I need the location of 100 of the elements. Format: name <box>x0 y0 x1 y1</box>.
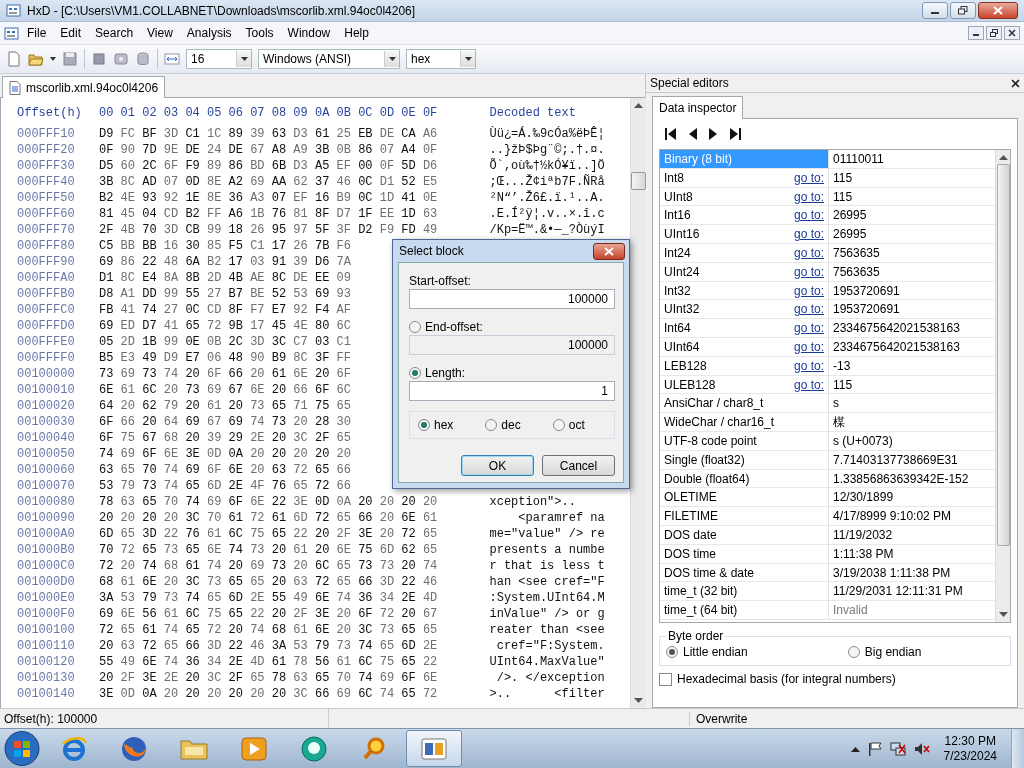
menu-item[interactable]: File <box>21 24 53 42</box>
go-to-link[interactable]: go to: <box>793 356 824 375</box>
close-icon[interactable] <box>1011 78 1020 88</box>
close-button[interactable] <box>978 2 1018 19</box>
mdi-minimize-button[interactable] <box>968 26 984 40</box>
hex-byte: 63 <box>271 126 288 142</box>
first-icon[interactable] <box>665 127 676 141</box>
inspector-row[interactable]: Int24 go to: 7563635 <box>660 244 995 263</box>
menu-item[interactable]: Search <box>89 24 140 42</box>
inspector-row[interactable]: Int32 go to: 1953720691 <box>660 281 995 301</box>
scroll-up-icon[interactable] <box>998 154 1008 160</box>
previous-icon[interactable] <box>688 127 697 141</box>
go-to-link[interactable]: go to: <box>793 300 824 319</box>
inspector-row[interactable]: Int64 go to: 2334675642021538163 <box>660 319 995 338</box>
minimize-button[interactable] <box>922 2 948 19</box>
mdi-restore-button[interactable] <box>986 26 1002 40</box>
mdi-close-button[interactable] <box>1004 26 1020 40</box>
go-to-link[interactable]: go to: <box>793 262 824 281</box>
inspector-row[interactable]: FILETIME 4/17/8999 9:10:02 PM <box>660 507 995 526</box>
inspector-row[interactable]: UTF-8 code point s (U+0073) <box>660 431 995 451</box>
hex-byte: 65 <box>422 542 439 558</box>
inspector-row[interactable]: Single (float32) 7.71403137738669E31 <box>660 450 995 470</box>
document-tab[interactable]: mscorlib.xml.94oc0l4206 <box>2 76 166 98</box>
scroll-down-icon[interactable] <box>998 612 1008 618</box>
inspector-row[interactable]: Binary (8 bit) 01110011 <box>660 150 995 169</box>
scroll-down-icon[interactable] <box>633 698 643 704</box>
menu-item[interactable]: Help <box>338 24 375 42</box>
go-to-link[interactable]: go to: <box>793 244 824 262</box>
column-width-icon[interactable] <box>164 51 180 67</box>
inspector-row[interactable]: Int8 go to: 115 <box>660 168 995 188</box>
number-base-dropdown[interactable]: hex <box>406 49 476 69</box>
inspector-row[interactable]: UInt16 go to: 26995 <box>660 225 995 244</box>
radio-button[interactable] <box>847 646 860 658</box>
last-icon[interactable] <box>730 127 741 141</box>
speaker-muted-icon[interactable] <box>913 741 930 756</box>
open-folder-icon[interactable] <box>28 51 44 67</box>
taskbar-button[interactable] <box>406 730 462 767</box>
close-button[interactable] <box>593 242 625 260</box>
scrollbar-thumb[interactable] <box>996 164 1010 546</box>
go-to-link[interactable]: go to: <box>793 337 824 356</box>
menu-item[interactable]: Window <box>281 24 337 42</box>
next-icon[interactable] <box>709 127 718 141</box>
input-field[interactable]: 1 <box>409 381 615 401</box>
hex-byte: 6E <box>401 510 417 526</box>
inspector-row[interactable]: LEB128 go to: -13 <box>660 356 995 376</box>
start-button[interactable] <box>2 730 42 767</box>
charset-dropdown[interactable]: Windows (ANSI) <box>258 49 400 69</box>
inspector-row[interactable]: DOS time & date 3/19/2038 1:11:38 PM <box>660 563 995 583</box>
input-field[interactable]: 100000 <box>409 289 615 309</box>
checkbox[interactable] <box>659 672 672 686</box>
radio-button[interactable] <box>409 321 421 333</box>
ok-button[interactable]: OK <box>461 455 534 476</box>
go-to-link[interactable]: go to: <box>793 375 824 394</box>
menu-item[interactable]: Edit <box>54 24 88 42</box>
inspector-row[interactable]: UInt32 go to: 1953720691 <box>660 300 995 320</box>
scroll-up-icon[interactable] <box>633 102 643 108</box>
radio-button[interactable] <box>485 419 498 431</box>
bytes-per-row-dropdown[interactable]: 16 <box>186 49 252 69</box>
go-to-link[interactable]: go to: <box>793 319 824 338</box>
inspector-row[interactable]: OLETIME 12/30/1899 <box>660 488 995 508</box>
hex-byte: 66 <box>228 366 244 382</box>
menu-item[interactable]: Tools <box>239 24 280 42</box>
restore-button[interactable] <box>950 2 976 19</box>
inspector-row[interactable]: time_t (32 bit) 11/29/2031 12:11:31 PM <box>660 582 995 602</box>
input-field[interactable]: 100000 <box>409 335 615 355</box>
radio-button[interactable] <box>409 367 421 379</box>
scrollbar-thumb[interactable] <box>630 172 646 190</box>
up-arrow-icon[interactable] <box>850 745 860 752</box>
inspector-row[interactable]: WideChar / char16_t 楳 <box>660 413 995 432</box>
go-to-link[interactable]: go to: <box>793 187 824 206</box>
clock[interactable]: 12:30 PM 7/23/2024 <box>937 733 1003 764</box>
cancel-button[interactable]: Cancel <box>542 455 615 476</box>
radio-button[interactable] <box>552 419 565 431</box>
radio-button[interactable] <box>418 419 430 431</box>
inspector-row[interactable]: DOS time 1:11:38 PM <box>660 544 995 564</box>
inspector-row[interactable]: ULEB128 go to: 115 <box>660 375 995 395</box>
inspector-row[interactable]: Double (float64) 1.33856863639342E-152 <box>660 469 995 489</box>
inspector-row[interactable]: UInt8 go to: 115 <box>660 187 995 207</box>
dropdown-arrow-icon[interactable] <box>50 57 56 61</box>
menu-item[interactable]: View <box>141 24 179 42</box>
go-to-link[interactable]: go to: <box>793 168 824 187</box>
go-to-link[interactable]: go to: <box>793 281 824 300</box>
hex-byte: 6E <box>293 366 309 382</box>
radio-button[interactable] <box>666 646 678 658</box>
inspector-row[interactable]: UInt24 go to: 7563635 <box>660 262 995 282</box>
go-to-link[interactable]: go to: <box>793 225 824 244</box>
cylinder-icon[interactable] <box>135 51 151 67</box>
inspector-row[interactable]: AnsiChar / char8_t s <box>660 394 995 414</box>
inspector-row[interactable]: Int16 go to: 26995 <box>660 206 995 226</box>
flag-icon[interactable] <box>867 741 882 756</box>
hex-byte: D2 <box>358 222 374 238</box>
inspector-row[interactable]: DOS date 11/19/2032 <box>660 525 995 545</box>
new-file-icon[interactable] <box>6 51 22 67</box>
save-icon[interactable] <box>62 51 78 67</box>
tab[interactable]: Data inspector <box>652 96 744 119</box>
inspector-row[interactable]: UInt64 go to: 2334675642021538163 <box>660 337 995 357</box>
network-icon[interactable] <box>889 741 906 756</box>
stop-icon[interactable] <box>91 51 107 67</box>
go-to-link[interactable]: go to: <box>793 206 824 225</box>
menu-item[interactable]: Analysis <box>180 24 238 42</box>
